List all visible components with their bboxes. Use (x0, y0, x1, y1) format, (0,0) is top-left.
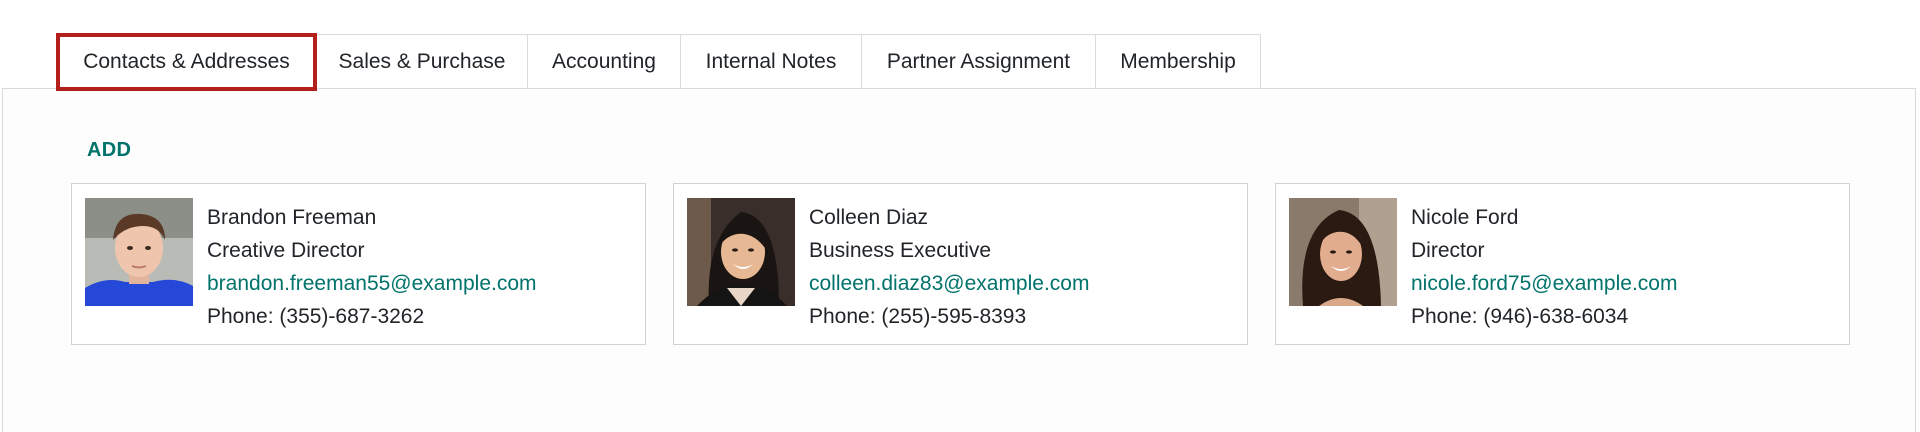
contact-email-link[interactable]: nicole.ford75@example.com (1411, 267, 1677, 300)
contact-info: Brandon Freeman Creative Director brando… (207, 201, 537, 333)
avatar (687, 198, 795, 306)
contact-cards: Brandon Freeman Creative Director brando… (71, 183, 1877, 345)
tab-membership[interactable]: Membership (1096, 34, 1261, 89)
avatar (1289, 198, 1397, 306)
tab-accounting[interactable]: Accounting (528, 34, 681, 89)
avatar (85, 198, 193, 306)
contact-phone: Phone: (255)-595-8393 (809, 305, 1027, 328)
contact-info: Nicole Ford Director nicole.ford75@examp… (1411, 201, 1677, 333)
tab-label: Contacts & Addresses (83, 50, 290, 73)
notebook-tabs: Contacts & Addresses Sales & Purchase Ac… (56, 33, 1261, 91)
tab-partner-assignment[interactable]: Partner Assignment (862, 34, 1096, 89)
tab-label: Membership (1120, 49, 1236, 73)
contact-card[interactable]: Nicole Ford Director nicole.ford75@examp… (1275, 183, 1850, 345)
contact-title: Business Executive (809, 239, 992, 262)
contact-email-link[interactable]: brandon.freeman55@example.com (207, 267, 537, 300)
contact-card[interactable]: Colleen Diaz Business Executive colleen.… (673, 183, 1248, 345)
contact-phone: Phone: (355)-687-3262 (207, 305, 425, 328)
add-contact-button[interactable]: ADD (87, 139, 131, 162)
tab-internal-notes[interactable]: Internal Notes (681, 34, 862, 89)
page: Contacts & Addresses Sales & Purchase Ac… (0, 0, 1920, 432)
contact-info: Colleen Diaz Business Executive colleen.… (809, 201, 1089, 333)
tab-sales-purchase[interactable]: Sales & Purchase (317, 34, 528, 89)
contact-title: Creative Director (207, 239, 365, 262)
contact-name: Brandon Freeman (207, 206, 377, 229)
tab-label: Internal Notes (705, 49, 837, 73)
tab-label: Sales & Purchase (338, 49, 506, 73)
contact-card[interactable]: Brandon Freeman Creative Director brando… (71, 183, 646, 345)
tab-label: Partner Assignment (886, 49, 1071, 73)
contact-name: Colleen Diaz (809, 206, 929, 229)
contact-name: Nicole Ford (1411, 206, 1519, 229)
contact-phone: Phone: (946)-638-6034 (1411, 305, 1629, 328)
tab-contacts-addresses[interactable]: Contacts & Addresses (56, 33, 317, 91)
contact-email-link[interactable]: colleen.diaz83@example.com (809, 267, 1089, 300)
tab-label: Accounting (552, 49, 656, 73)
contact-title: Director (1411, 239, 1485, 262)
